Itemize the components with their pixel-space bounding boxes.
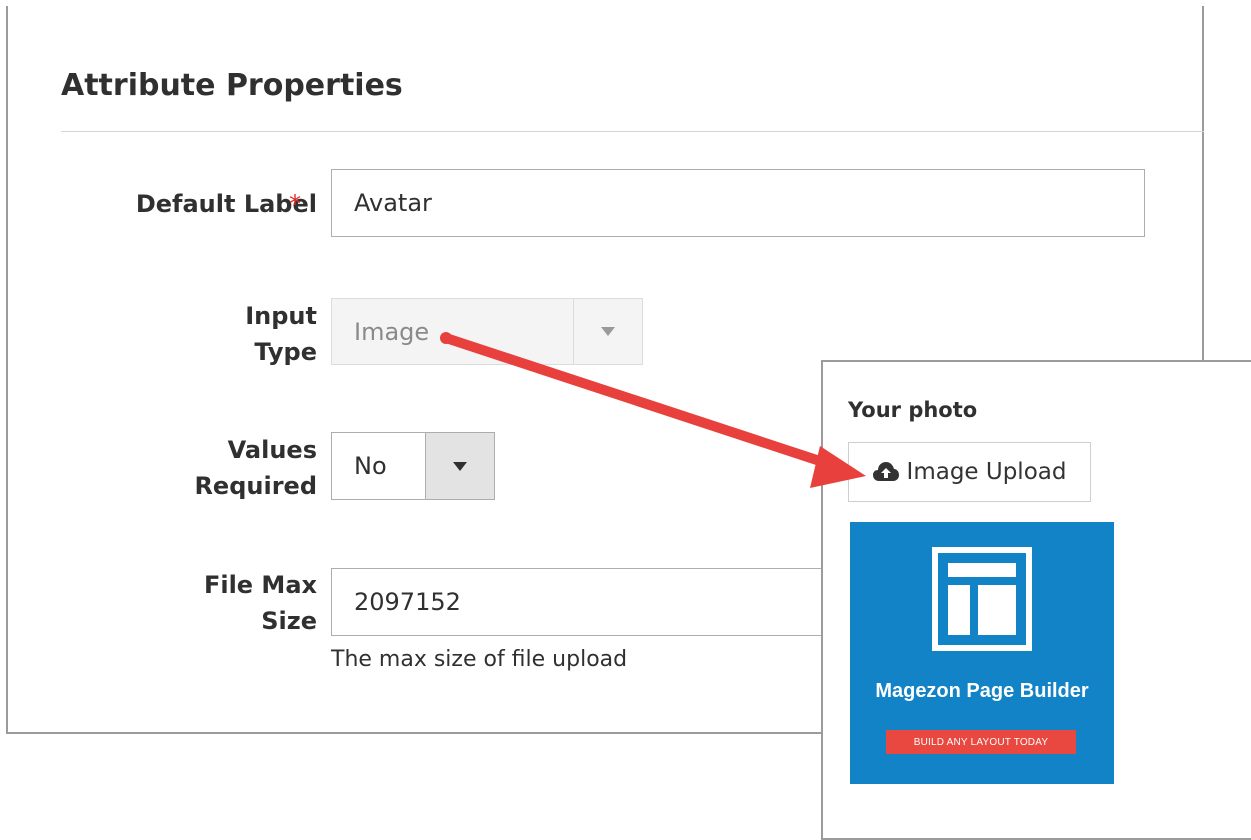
input-type-label-line1: Input [245,302,317,330]
default-label-input[interactable]: Avatar [331,169,1145,237]
values-required-value: No [354,452,387,480]
chevron-down-icon [453,461,467,471]
file-max-size-label-line1: File Max [203,571,317,599]
uploaded-image-preview: Magezon Page Builder BUILD ANY LAYOUT TO… [850,522,1114,784]
image-upload-label: Image Upload [906,459,1067,485]
cloud-upload-icon [872,462,899,481]
preview-title: Your photo [848,398,978,422]
values-required-select[interactable]: No [331,432,495,500]
input-type-select: Image [331,298,643,365]
page-layout-icon [932,547,1032,651]
promo-cta: BUILD ANY LAYOUT TODAY [886,730,1076,754]
promo-title: Magezon Page Builder [875,680,1089,702]
image-upload-button[interactable]: Image Upload [848,442,1091,502]
values-required-label-line1: Values [227,436,317,464]
input-type-dropdown-button [573,299,642,364]
section-divider [61,131,1204,132]
values-required-label: Values Required [194,432,317,504]
section-title: Attribute Properties [61,68,403,103]
input-type-label: Input Type [245,298,317,370]
chevron-down-icon [601,327,615,336]
file-max-size-note: The max size of file upload [331,647,628,672]
values-required-label-line2: Required [194,472,317,500]
file-max-size-label: File Max Size [204,567,317,639]
required-star: * [289,190,301,218]
values-required-dropdown-button[interactable] [425,433,494,499]
frontend-preview: Your photo Image Upload Magezon Page Bui… [821,360,1251,840]
input-type-label-line2: Type [254,338,317,366]
file-max-size-label-line2: Size [261,607,317,635]
input-type-value: Image [354,317,430,346]
